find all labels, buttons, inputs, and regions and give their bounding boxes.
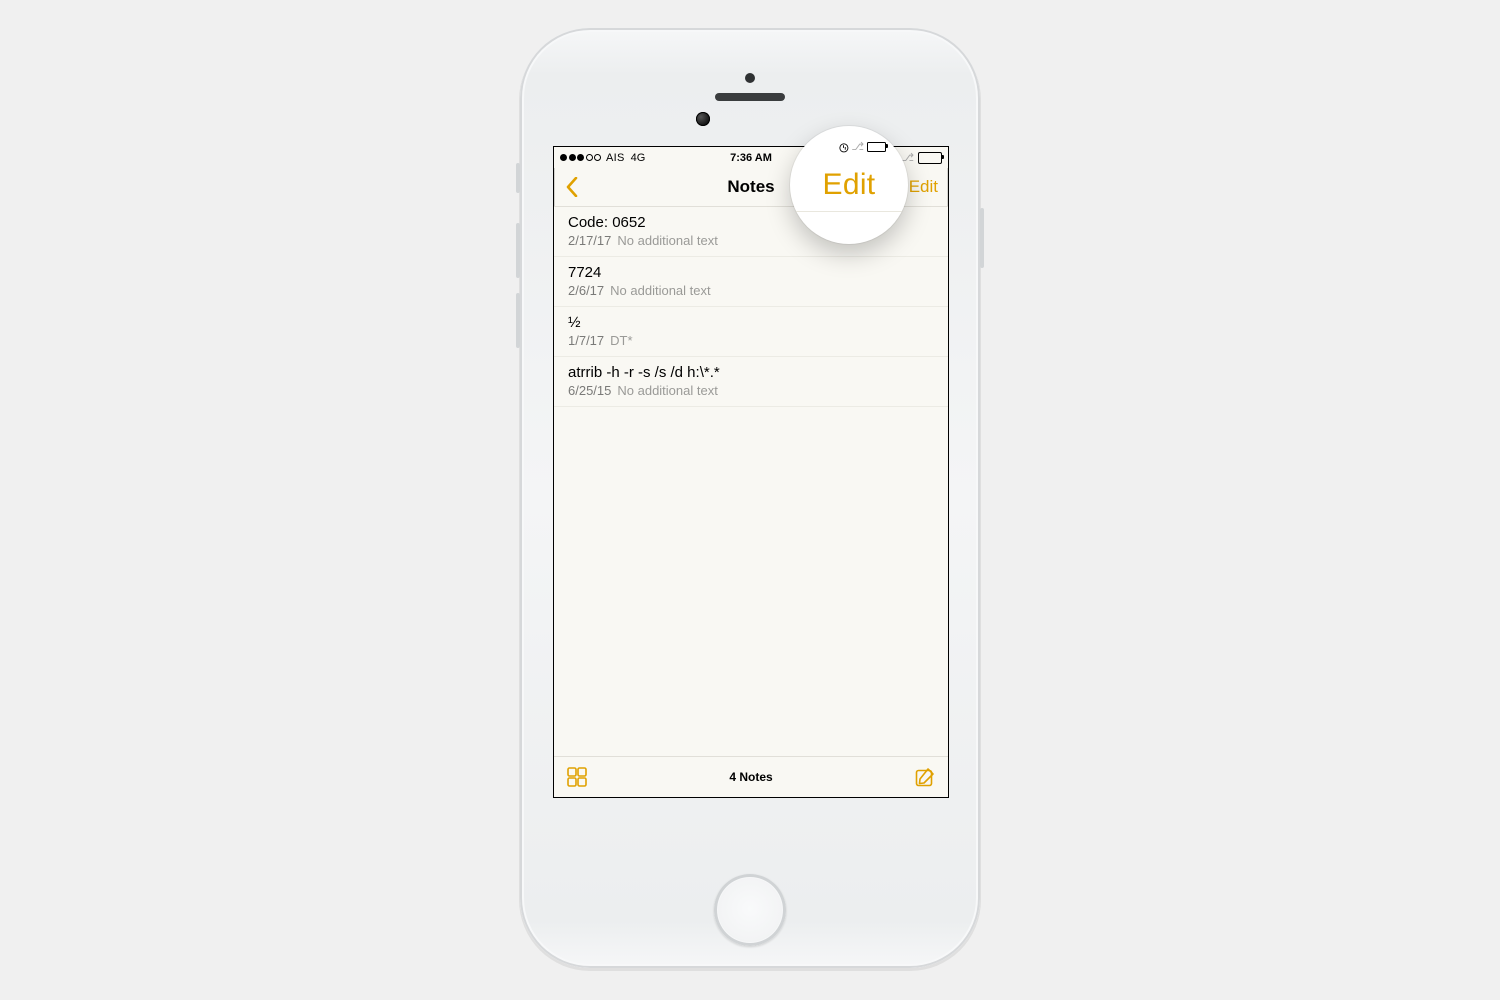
attachments-browser-button[interactable] bbox=[566, 766, 588, 788]
note-preview: No additional text bbox=[610, 283, 710, 298]
magnifier-divider bbox=[790, 211, 908, 212]
notes-count-label: 4 Notes bbox=[729, 770, 772, 784]
battery-icon bbox=[918, 152, 942, 164]
battery-icon bbox=[867, 142, 886, 152]
grid-icon bbox=[566, 766, 588, 788]
note-title: atrrib -h -r -s /s /d h:\*.* bbox=[568, 364, 934, 381]
silence-switch bbox=[516, 163, 520, 193]
note-row[interactable]: atrrib -h -r -s /s /d h:\*.* 6/25/15 No ad… bbox=[554, 357, 948, 407]
magnifier-status-hint: ⎇ bbox=[838, 140, 886, 153]
note-title: ½ bbox=[568, 314, 934, 331]
proximity-sensor bbox=[745, 73, 755, 83]
note-subtitle: 6/25/15 No additional text bbox=[568, 383, 934, 398]
note-date: 6/25/15 bbox=[568, 383, 611, 398]
home-button[interactable] bbox=[714, 874, 786, 946]
bluetooth-icon: ⎇ bbox=[851, 140, 864, 153]
volume-down-button bbox=[516, 293, 520, 348]
note-preview: No additional text bbox=[617, 383, 717, 398]
back-button[interactable] bbox=[554, 168, 590, 206]
notes-list: Code: 06522/17/17No additional text77242… bbox=[554, 207, 948, 756]
bottom-toolbar: 4 Notes bbox=[554, 756, 948, 797]
chevron-left-icon bbox=[565, 177, 579, 197]
edit-button-zoomed[interactable]: Edit bbox=[823, 168, 876, 202]
compose-icon bbox=[914, 766, 936, 788]
note-date: 2/17/17 bbox=[568, 233, 611, 248]
volume-up-button bbox=[516, 223, 520, 278]
power-button bbox=[980, 208, 984, 268]
iphone-frame: AIS 4G 7:36 AM ⎇ Notes Edit bbox=[520, 28, 980, 968]
note-row[interactable]: ½ 1/7/17 DT* bbox=[554, 307, 948, 357]
note-title: 7724 bbox=[568, 264, 934, 281]
earpiece-speaker bbox=[715, 93, 785, 101]
note-preview: No additional text bbox=[617, 233, 717, 248]
note-date: 1/7/17 bbox=[568, 333, 604, 348]
compose-button[interactable] bbox=[914, 766, 936, 788]
note-date: 2/6/17 bbox=[568, 283, 604, 298]
front-camera bbox=[696, 112, 710, 126]
note-preview: DT* bbox=[610, 333, 632, 348]
note-subtitle: 2/6/17 No additional text bbox=[568, 283, 934, 298]
note-row[interactable]: 7724 2/6/17 No additional text bbox=[554, 257, 948, 307]
alarm-icon bbox=[839, 142, 848, 151]
note-subtitle: 1/7/17 DT* bbox=[568, 333, 934, 348]
edit-button-magnifier: ⎇ Edit bbox=[790, 126, 908, 244]
edit-button[interactable]: Edit bbox=[909, 177, 938, 197]
